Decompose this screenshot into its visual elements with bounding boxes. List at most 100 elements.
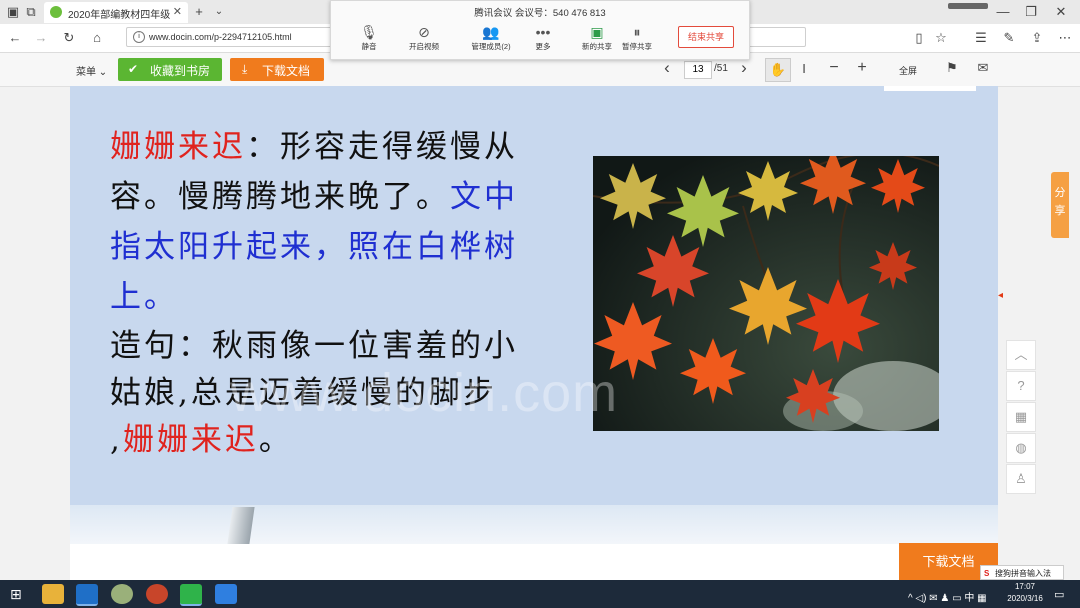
definition-line-1: 姗姗来迟：形容走得缓慢从 (110, 122, 570, 172)
tab-actions-icon[interactable]: ▣ (6, 4, 20, 20)
video-button[interactable]: ⊘ 开启视频 (399, 23, 449, 52)
members-icon: 👥 (482, 24, 500, 40)
qrcode-icon[interactable]: ▦ (1006, 402, 1036, 432)
definition-line-2: 容。慢腾腾地来晚了。文中 (110, 172, 570, 222)
definition-part-1: 形容走得缓慢从 (280, 129, 518, 165)
tab-title: 2020年部编教材四年级 (68, 10, 171, 21)
slide-snow-strip (70, 505, 998, 545)
edge-browser-icon[interactable] (76, 584, 98, 606)
pause-share-button[interactable]: ⏸ 暂停共享 (612, 23, 662, 52)
watermark: www.docin.com (230, 363, 619, 423)
notification-icon[interactable]: ▭ (1054, 588, 1064, 601)
clock-time[interactable]: 17:07 (1005, 582, 1045, 591)
comment-icon[interactable]: ✉ (975, 60, 991, 76)
next-page-icon[interactable]: › (737, 59, 751, 76)
maple-leaves-photo (593, 156, 939, 431)
pause-icon: ⏸ (633, 24, 641, 40)
page-edge-marker-icon: ◂ (998, 290, 1004, 301)
download-label: 下载文档 (262, 64, 311, 78)
wechat-icon[interactable]: ◍ (1006, 433, 1036, 463)
video-label: 开启视频 (409, 42, 439, 51)
fullscreen-button[interactable]: 全屏 (899, 64, 917, 77)
refresh-icon[interactable]: ↻ (62, 30, 76, 46)
mute-button[interactable]: 🎙 静音 (344, 23, 394, 52)
page-gap (70, 544, 998, 580)
wechat-taskbar-icon[interactable] (180, 584, 202, 606)
members-button[interactable]: 👥 管理成员(2) (466, 23, 516, 52)
zoom-out-icon[interactable]: − (826, 60, 842, 76)
ime-indicator[interactable]: S 搜狗拼音输入法 (980, 565, 1064, 580)
hand-tool-icon[interactable]: ✋ (765, 58, 791, 82)
download-button[interactable]: ⤓ 下载文档 (230, 58, 324, 81)
qq-icon[interactable]: ♙ (1006, 464, 1036, 494)
pause-share-label: 暂停共享 (622, 42, 652, 51)
sentence-comma: , (110, 422, 123, 458)
more-label: 更多 (535, 42, 551, 51)
total-pages: /51 (714, 63, 728, 74)
more-dots-icon: ••• (535, 24, 551, 40)
app-icon[interactable] (111, 584, 133, 604)
menu-button[interactable]: 菜单 ⌄ (76, 63, 107, 78)
context-line-4: 上。 (110, 279, 178, 315)
definition-text: 姗姗来迟：形容走得缓慢从 容。慢腾腾地来晚了。文中 指太阳升起来，照在白桦树 上… (110, 122, 570, 322)
sentence-term: 姗姗来迟 (122, 422, 259, 458)
page-corner (884, 86, 976, 91)
favorite-star-icon[interactable]: ☆ (934, 30, 948, 46)
more-button[interactable]: ••• 更多 (518, 23, 568, 52)
maximize-icon[interactable]: ❐ (1024, 4, 1038, 20)
members-label: 管理成员(2) (471, 42, 511, 51)
close-tab-icon[interactable]: ✕ (173, 5, 182, 18)
term: 姗姗来迟 (110, 129, 246, 165)
site-favicon-icon (50, 6, 62, 18)
more-icon[interactable]: ⋯ (1058, 30, 1072, 46)
download-icon: ⤓ (242, 62, 248, 76)
tray-icons[interactable]: ^ ◁) ✉ ♟ ▭ 中 ▦ (908, 589, 987, 604)
tencent-meeting-icon[interactable] (215, 584, 237, 604)
back-icon[interactable]: ← (8, 30, 22, 46)
share-tab[interactable]: 分享 (1051, 172, 1069, 238)
sentence-line-3: ,姗姗来迟。 (110, 417, 570, 464)
mute-label: 静音 (361, 42, 377, 51)
forward-icon[interactable]: → (34, 30, 48, 46)
home-icon[interactable]: ⌂ (90, 30, 104, 46)
bookmark-icon[interactable]: ⚑ (944, 60, 960, 76)
term-colon: ： (246, 129, 280, 165)
url-text: www.docin.com/p-2294712105.html (149, 32, 292, 42)
check-icon: ✔ (128, 62, 139, 76)
minimize-icon[interactable]: — (996, 4, 1010, 20)
set-aside-tabs-icon[interactable]: ⧉ (24, 4, 38, 20)
new-tab-icon[interactable]: + (192, 4, 206, 20)
context-line-3: 指太阳升起来，照在白桦树 (110, 229, 518, 265)
tab-list-chevron-icon[interactable]: ⌄ (212, 4, 226, 20)
share-icon[interactable]: ⇪ (1030, 30, 1044, 46)
browser-tab[interactable]: 2020年部编教材四年级 ✕ (44, 2, 188, 23)
meeting-indicator (948, 3, 988, 9)
favorites-list-icon[interactable]: ☰ (974, 30, 988, 46)
info-icon[interactable]: i (133, 31, 145, 43)
end-share-button[interactable]: 结束共享 (678, 26, 734, 48)
prev-page-icon[interactable]: ‹ (660, 59, 674, 76)
sentence-end: 。 (258, 422, 293, 458)
zoom-in-icon[interactable]: + (854, 60, 870, 76)
collect-button[interactable]: ✔ 收藏到书房 (118, 58, 222, 81)
microphone-icon: 🎙 (360, 24, 378, 40)
clock-date[interactable]: 2020/3/16 (1000, 594, 1050, 603)
reading-view-icon[interactable]: ▯ (912, 30, 926, 46)
windows-start-icon[interactable]: ⊞ (10, 586, 26, 602)
ime-label: 搜狗拼音输入法 (995, 569, 1051, 578)
powerpoint-icon[interactable] (146, 584, 168, 604)
sogou-icon: S (984, 569, 990, 578)
menu-label: 菜单 (76, 67, 96, 78)
text-select-icon[interactable]: I (796, 61, 812, 77)
new-share-label: 新的共享 (582, 42, 612, 51)
help-icon[interactable]: ? (1006, 371, 1036, 401)
context-part-1: 文中 (450, 179, 518, 215)
meeting-toolbar: 腾讯会议 会议号：540 476 813 🎙 静音 ⊘ 开启视频 👥 管理成员(2) … (330, 0, 750, 60)
page-number-input[interactable]: 13 (684, 61, 712, 79)
definition-part-2: 容。慢腾腾地来晚了。 (110, 179, 450, 215)
close-window-icon[interactable]: ✕ (1054, 4, 1068, 20)
file-explorer-icon[interactable] (42, 584, 64, 604)
pen-icon[interactable]: ✎ (1002, 30, 1016, 46)
back-to-top-icon[interactable]: ︿ (1006, 340, 1036, 370)
maple-leaves-image (593, 156, 939, 431)
